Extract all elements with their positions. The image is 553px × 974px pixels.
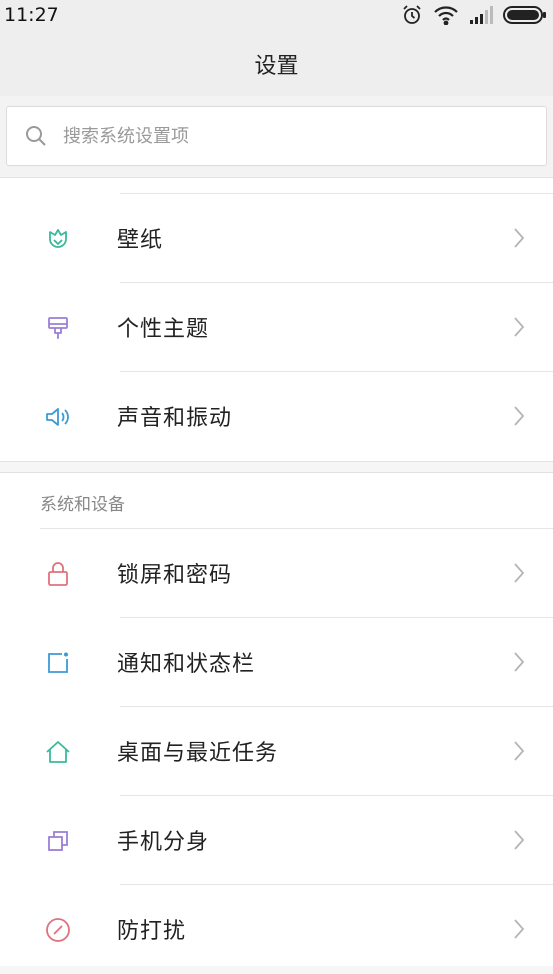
chevron-right-icon xyxy=(513,227,525,253)
chevron-right-icon xyxy=(513,562,525,588)
chevron-right-icon xyxy=(513,918,525,944)
settings-item-label: 通知和状态栏 xyxy=(117,652,256,677)
lock-icon xyxy=(44,561,72,587)
search-bar[interactable] xyxy=(6,106,547,166)
settings-item-label: 壁纸 xyxy=(117,228,164,253)
chevron-right-icon xyxy=(513,316,525,342)
sound-icon xyxy=(44,404,72,430)
page-title: 设置 xyxy=(0,32,553,97)
search-input[interactable] xyxy=(63,125,483,147)
settings-item-lock-screen[interactable]: 锁屏和密码 xyxy=(0,529,553,618)
settings-item-notifications[interactable]: 通知和状态栏 xyxy=(0,618,553,707)
status-bar: 11:27 xyxy=(0,0,553,32)
settings-item-wallpaper[interactable]: 壁纸 xyxy=(0,194,553,283)
theme-icon xyxy=(44,315,72,341)
chevron-right-icon xyxy=(513,405,525,431)
settings-item-label: 防打扰 xyxy=(117,919,187,944)
status-time: 11:27 xyxy=(4,4,59,26)
notification-icon xyxy=(44,650,72,676)
chevron-right-icon xyxy=(513,740,525,766)
settings-item-label: 锁屏和密码 xyxy=(117,563,233,588)
do-not-disturb-icon xyxy=(44,917,72,943)
settings-item-second-space[interactable]: 手机分身 xyxy=(0,796,553,885)
settings-item-do-not-disturb[interactable]: 防打扰 xyxy=(0,885,553,974)
wifi-icon xyxy=(433,5,459,25)
home-icon xyxy=(44,739,72,765)
system-device-group: 系统和设备 锁屏和密码 通知和状态栏 桌面与最近任务 手机分身 防打扰 xyxy=(0,472,553,966)
settings-item-sound[interactable]: 声音和振动 xyxy=(0,372,553,461)
settings-item-theme[interactable]: 个性主题 xyxy=(0,283,553,372)
personalization-group: 壁纸 个性主题 声音和振动 xyxy=(0,177,553,462)
wallpaper-icon xyxy=(44,226,72,252)
signal-icon xyxy=(469,6,493,24)
section-title: 系统和设备 xyxy=(40,495,125,515)
settings-item-label: 手机分身 xyxy=(117,830,210,855)
search-icon xyxy=(25,125,47,147)
clone-icon xyxy=(44,828,72,854)
settings-item-home-screen[interactable]: 桌面与最近任务 xyxy=(0,707,553,796)
chevron-right-icon xyxy=(513,829,525,855)
settings-item-label: 桌面与最近任务 xyxy=(117,741,279,766)
settings-item-label: 声音和振动 xyxy=(117,406,233,431)
chevron-right-icon xyxy=(513,651,525,677)
settings-item-label: 个性主题 xyxy=(117,317,210,342)
alarm-icon xyxy=(401,4,423,26)
battery-icon xyxy=(503,5,547,25)
